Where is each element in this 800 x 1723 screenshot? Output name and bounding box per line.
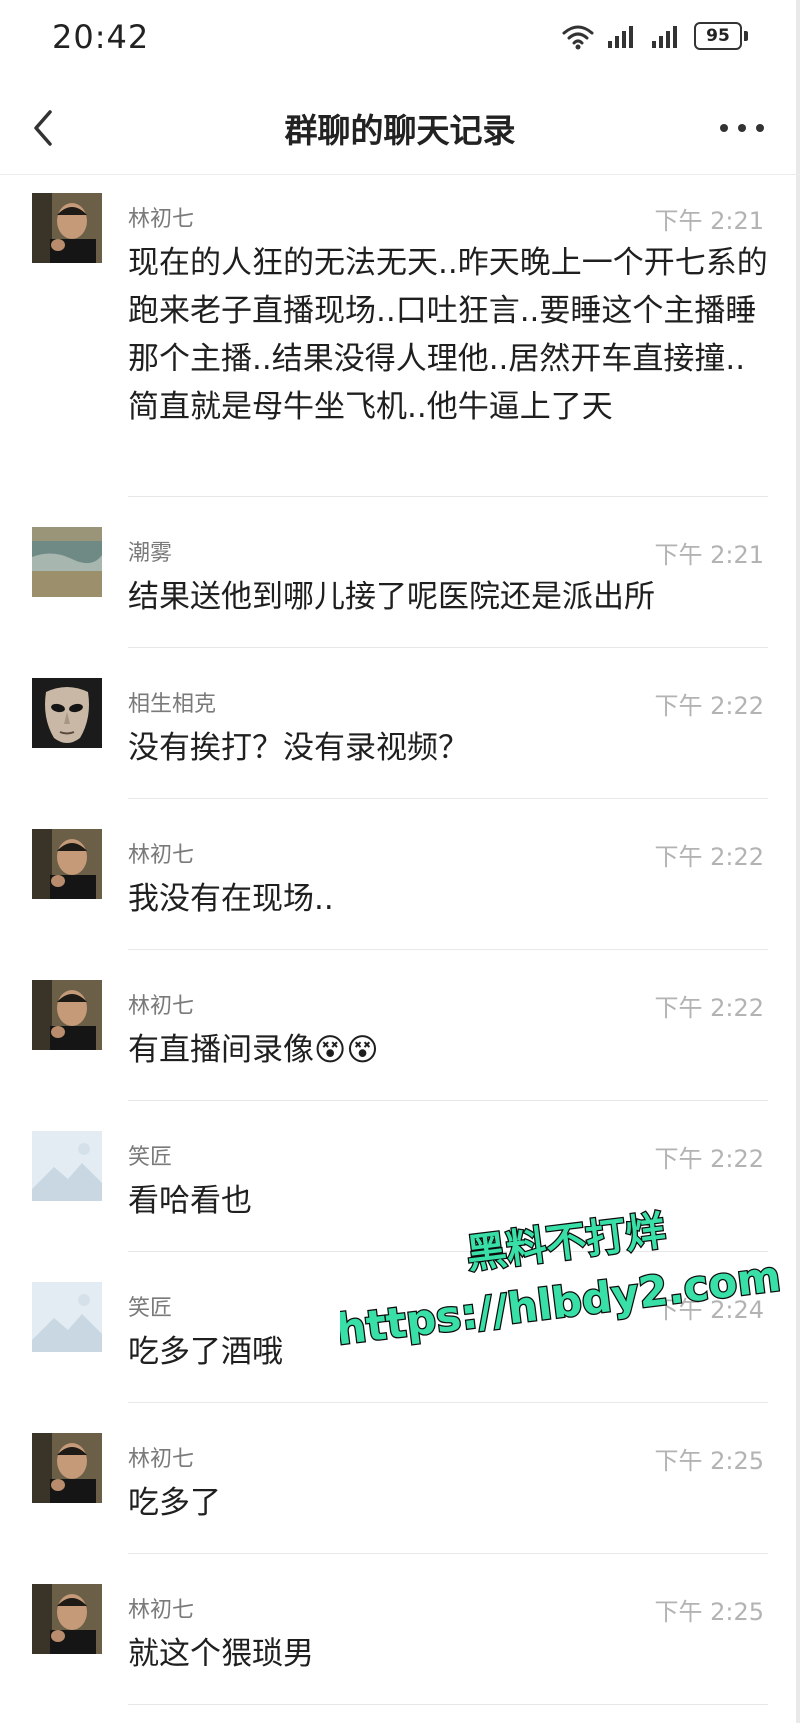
message-text: 现在的人狂的无法无天..昨天晚上一个开七系的跑来老子直播现场..口吐狂言..要睡… (128, 245, 768, 425)
message-text: 没有挨打？没有录视频？ (128, 730, 469, 766)
placeholder-avatar[interactable] (32, 1282, 102, 1352)
message-text: 我没有在现场.. (128, 881, 334, 917)
message-text: 结果送他到哪儿接了呢医院还是派出所 (128, 579, 655, 615)
message-time: 下午 2:22 (654, 994, 764, 1022)
sender-name: 林初七 (128, 994, 195, 1019)
divider (128, 1402, 768, 1403)
message-time: 下午 2:25 (654, 1598, 764, 1626)
sender-name: 潮雾 (128, 541, 173, 566)
message-text-body: 有直播间录像 (128, 1032, 314, 1068)
sender-name: 林初七 (128, 1598, 195, 1623)
divider (128, 1704, 768, 1705)
signal-icon-2 (652, 26, 677, 48)
man-avatar[interactable] (32, 980, 102, 1050)
watermark: 黑料不打烊 https://hlbdy2.com (340, 1207, 780, 1355)
message-time: 下午 2:21 (654, 207, 764, 235)
message-time: 下午 2:22 (654, 1145, 764, 1173)
man-avatar[interactable] (32, 1433, 102, 1503)
divider (128, 1553, 768, 1554)
mask-avatar[interactable] (32, 678, 102, 748)
dizzy-emoji-icon: 😵😵 (314, 1032, 379, 1068)
clock: 20:42 (52, 18, 150, 56)
battery-icon: 95 (694, 22, 748, 50)
man-avatar[interactable] (32, 1584, 102, 1654)
message-time: 下午 2:22 (654, 843, 764, 871)
man-avatar[interactable] (32, 829, 102, 899)
divider (128, 949, 768, 950)
message-text: 就这个猥琐男 (128, 1636, 314, 1672)
sender-name: 林初七 (128, 1447, 195, 1472)
message-text: 吃多了 (128, 1485, 221, 1521)
message-time: 下午 2:25 (654, 1447, 764, 1475)
message-time: 下午 2:22 (654, 692, 764, 720)
scroll-edge (796, 0, 800, 1723)
divider (128, 1100, 768, 1101)
chat-history-screen: 20:42 95 群聊的聊天记录 林初七 下午 2:21 现在的人狂的无法无天.… (0, 0, 800, 1723)
placeholder-avatar[interactable] (32, 1131, 102, 1201)
sender-name: 相生相克 (128, 692, 217, 717)
divider (128, 496, 768, 497)
battery-level: 95 (694, 22, 742, 50)
status-bar: 20:42 95 (0, 0, 800, 80)
page-title: 群聊的聊天记录 (284, 111, 516, 150)
landscape-avatar[interactable] (32, 527, 102, 597)
message-text: 有直播间录像😵😵 (128, 1026, 768, 1074)
sender-name: 笑匠 (128, 1145, 173, 1170)
sender-name: 林初七 (128, 843, 195, 868)
status-icons: 95 (560, 22, 748, 50)
more-options-icon[interactable] (720, 110, 764, 146)
sender-name: 林初七 (128, 207, 195, 232)
message-time: 下午 2:21 (654, 541, 764, 569)
nav-bar: 群聊的聊天记录 (0, 82, 800, 175)
sender-name: 笑匠 (128, 1296, 173, 1321)
divider (128, 798, 768, 799)
signal-icon-1 (608, 26, 633, 48)
man-avatar[interactable] (32, 193, 102, 263)
divider (128, 647, 768, 648)
wifi-icon (562, 25, 594, 50)
